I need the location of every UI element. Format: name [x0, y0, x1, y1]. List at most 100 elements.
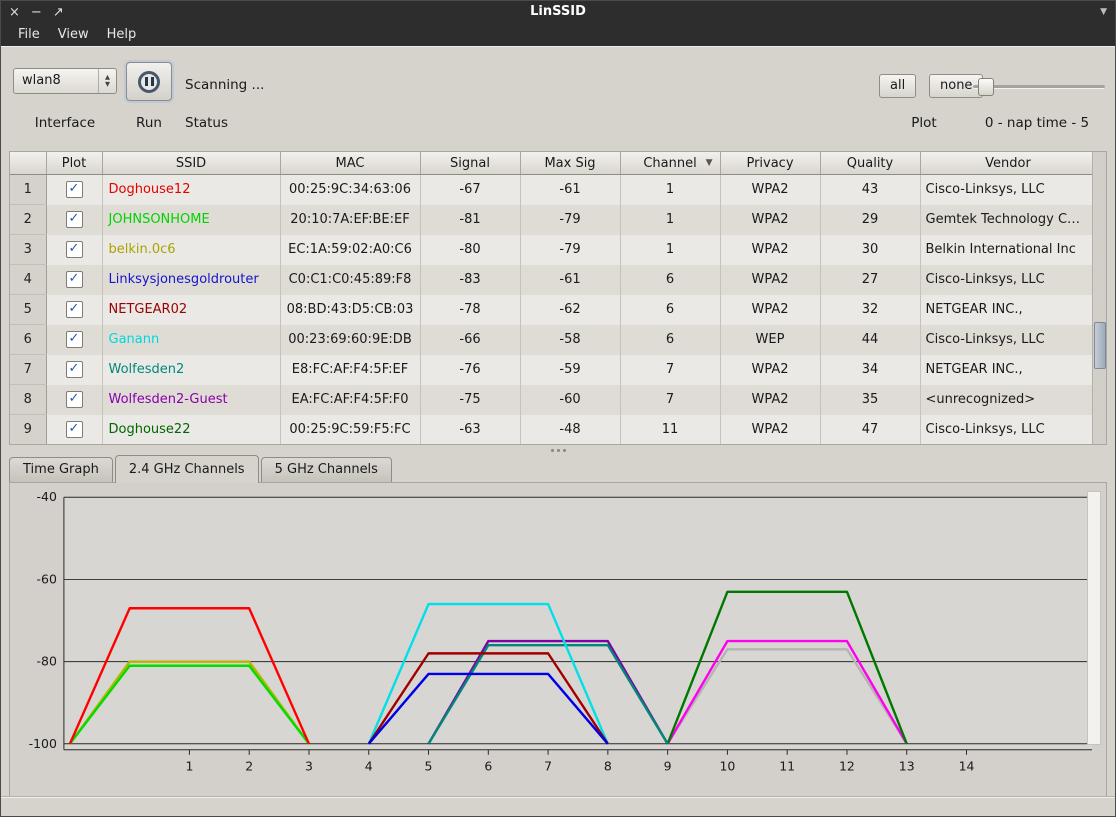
minimize-icon[interactable]: − [31, 5, 42, 20]
privacy-cell: WPA2 [720, 265, 820, 295]
svg-text:6: 6 [484, 759, 492, 774]
plot-cell: ✓ [46, 385, 102, 415]
privacy-cell: WPA2 [720, 175, 820, 205]
row-number: 3 [10, 235, 46, 265]
svg-text:9: 9 [664, 759, 672, 774]
channels-tab-page: -40-60-80-1001234567891011121314 [9, 482, 1107, 800]
signal-cell: -80 [420, 235, 520, 265]
privacy-cell: WPA2 [720, 355, 820, 385]
signal-cell: -75 [420, 385, 520, 415]
plot-cell: ✓ [46, 265, 102, 295]
tab-2-4-ghz-channels[interactable]: 2.4 GHz Channels [115, 455, 259, 483]
plot-checkbox[interactable]: ✓ [66, 241, 83, 258]
table-row: 1✓Doghouse1200:25:9C:34:63:06-67-611WPA2… [10, 175, 1096, 205]
status-label: Status [185, 115, 245, 131]
channel-cell: 1 [620, 205, 720, 235]
titlebar[interactable]: × − ↗ LinSSID ▼ [1, 1, 1115, 23]
interface-select[interactable]: wlan8 ▲ ▼ [13, 68, 117, 94]
table-row: 5✓NETGEAR0208:BD:43:D5:CB:03-78-626WPA23… [10, 295, 1096, 325]
plot-label: Plot [877, 115, 971, 131]
tab-5-ghz-channels[interactable]: 5 GHz Channels [261, 457, 392, 482]
plot-checkbox[interactable]: ✓ [66, 301, 83, 318]
table-row: 3✓belkin.0c6EC:1A:59:02:A0:C6-80-791WPA2… [10, 235, 1096, 265]
channel-cell: 7 [620, 355, 720, 385]
vendor-cell: NETGEAR INC., [920, 295, 1096, 325]
col-header-ssid[interactable]: SSID [102, 152, 280, 175]
svg-text:-40: -40 [37, 489, 57, 504]
table-scrollbar[interactable] [1092, 152, 1106, 444]
col-header-quality[interactable]: Quality [820, 152, 920, 175]
plot-checkbox[interactable]: ✓ [66, 421, 83, 438]
table-row: 2✓JOHNSONHOME20:10:7A:EF:BE:EF-81-791WPA… [10, 205, 1096, 235]
plot-checkbox[interactable]: ✓ [66, 271, 83, 288]
chart-scrollbar[interactable] [1087, 491, 1101, 745]
col-header-vendor[interactable]: Vendor [920, 152, 1096, 175]
quality-cell: 30 [820, 235, 920, 265]
table-scrollbar-thumb[interactable] [1094, 322, 1106, 369]
plot-checkbox[interactable]: ✓ [66, 391, 83, 408]
privacy-cell: WEP [720, 325, 820, 355]
signal-cell: -78 [420, 295, 520, 325]
maxsig-cell: -58 [520, 325, 620, 355]
svg-text:3: 3 [305, 759, 313, 774]
channel-cell: 1 [620, 235, 720, 265]
tab-bar: Time Graph2.4 GHz Channels5 GHz Channels [9, 455, 1115, 482]
mac-cell: E8:FC:AF:F4:5F:EF [280, 355, 420, 385]
window-menu-caret-icon[interactable]: ▼ [1100, 1, 1107, 23]
plot-checkbox[interactable]: ✓ [66, 331, 83, 348]
svg-text:-60: -60 [37, 571, 57, 586]
plot-checkbox[interactable]: ✓ [66, 361, 83, 378]
quality-cell: 29 [820, 205, 920, 235]
status-text: Scanning ... [185, 77, 264, 93]
row-number: 1 [10, 175, 46, 205]
splitter-handle[interactable] [1, 445, 1115, 455]
spin-down-icon[interactable]: ▼ [105, 81, 110, 88]
signal-cell: -63 [420, 415, 520, 445]
maxsig-cell: -59 [520, 355, 620, 385]
svg-text:7: 7 [544, 759, 552, 774]
mac-cell: EA:FC:AF:F4:5F:F0 [280, 385, 420, 415]
close-icon[interactable]: × [9, 5, 20, 20]
run-pause-button[interactable] [126, 62, 172, 101]
col-header-signal[interactable]: Signal [420, 152, 520, 175]
plot-cell: ✓ [46, 205, 102, 235]
signal-cell: -67 [420, 175, 520, 205]
svg-text:13: 13 [899, 759, 915, 774]
plot-all-button[interactable]: all [879, 74, 916, 98]
channel-chart: -40-60-80-1001234567891011121314 [10, 487, 1108, 787]
menu-view[interactable]: View [49, 25, 98, 44]
quality-cell: 27 [820, 265, 920, 295]
quality-cell: 35 [820, 385, 920, 415]
table-row: 8✓Wolfesden2-GuestEA:FC:AF:F4:5F:F0-75-6… [10, 385, 1096, 415]
maximize-icon[interactable]: ↗ [53, 5, 64, 20]
row-number: 8 [10, 385, 46, 415]
ssid-cell: belkin.0c6 [102, 235, 280, 265]
vendor-cell: Belkin International Inc [920, 235, 1096, 265]
interface-spinner[interactable]: ▲ ▼ [98, 69, 116, 93]
svg-text:-100: -100 [29, 736, 57, 751]
mac-cell: EC:1A:59:02:A0:C6 [280, 235, 420, 265]
tab-time-graph[interactable]: Time Graph [9, 457, 113, 482]
col-header-privacy[interactable]: Privacy [720, 152, 820, 175]
vendor-cell: NETGEAR INC., [920, 355, 1096, 385]
col-header-mac[interactable]: MAC [280, 152, 420, 175]
quality-cell: 43 [820, 175, 920, 205]
menu-help[interactable]: Help [98, 25, 146, 44]
svg-text:8: 8 [604, 759, 612, 774]
privacy-cell: WPA2 [720, 295, 820, 325]
plot-checkbox[interactable]: ✓ [66, 211, 83, 228]
svg-text:11: 11 [779, 759, 795, 774]
menu-file[interactable]: File [9, 25, 49, 44]
col-header-max-sig[interactable]: Max Sig [520, 152, 620, 175]
col-header-channel[interactable]: Channel▼ [620, 152, 720, 175]
slider-handle[interactable] [978, 78, 994, 96]
channel-cell: 6 [620, 265, 720, 295]
ssid-cell: Wolfesden2 [102, 355, 280, 385]
table-row: 6✓Ganann00:23:69:60:9E:DB-66-586WEP44Cis… [10, 325, 1096, 355]
wifi-table: PlotSSIDMACSignalMax SigChannel▼PrivacyQ… [10, 152, 1097, 445]
naptime-slider[interactable] [973, 77, 1105, 97]
vendor-cell: <unrecognized> [920, 385, 1096, 415]
plot-checkbox[interactable]: ✓ [66, 181, 83, 198]
svg-text:12: 12 [839, 759, 855, 774]
col-header-plot[interactable]: Plot [46, 152, 102, 175]
